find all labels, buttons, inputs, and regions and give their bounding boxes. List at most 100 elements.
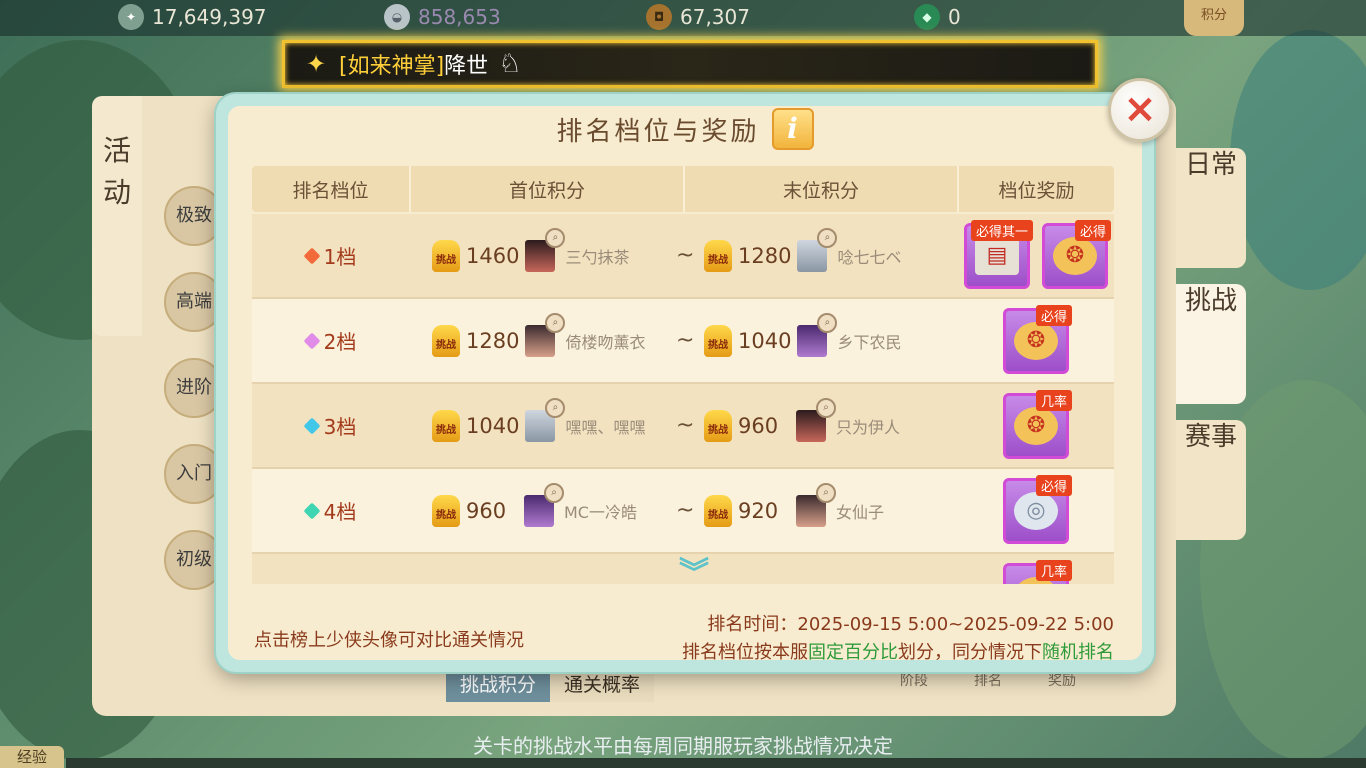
currency-jade[interactable]: ✦ 17,649,397 <box>118 4 267 30</box>
megaphone-icon: ✦ <box>305 50 327 78</box>
score-value: 1280 <box>466 328 520 353</box>
challenge-bag-icon: 挑战 <box>432 494 460 527</box>
reward-cell: ❂几率 <box>958 389 1114 459</box>
currency-value: 17,649,397 <box>152 5 267 29</box>
exp-label: 经验 <box>0 746 64 768</box>
bottom-mini-buttons: 阶段 排名 奖励 <box>900 670 1076 690</box>
table-row: 2档 挑战 1280 ⌕ 倚楼吻薰衣 ~ 挑战 1040 ⌕ 乡下农民 ❂ 必得 <box>252 299 1114 384</box>
rule-highlight: 随机排名 <box>1042 642 1114 663</box>
score-value: 1040 <box>466 413 520 438</box>
reward-tag: 必得 <box>1035 304 1072 326</box>
player-avatar[interactable]: ⌕ <box>796 397 836 442</box>
reward-tag: 必得 <box>1035 474 1072 496</box>
tier-gem-icon <box>303 247 321 264</box>
score-value: 960 <box>466 498 507 523</box>
player-avatar[interactable]: ⌕ <box>524 482 564 527</box>
reward-tag: 必得 <box>1074 219 1111 241</box>
player-name: 乡下农民 <box>837 332 902 352</box>
magnifier-icon[interactable]: ⌕ <box>816 397 836 418</box>
category-button[interactable]: 进阶 <box>164 358 224 418</box>
tier-cell: 2档 <box>252 326 410 355</box>
score-badge[interactable]: 积分 <box>1184 0 1244 36</box>
rule-text: 划分，同分情况下 <box>898 642 1042 663</box>
range-separator: ~ <box>676 328 695 353</box>
category-button[interactable]: 初级 <box>164 530 224 590</box>
magnifier-icon[interactable]: ⌕ <box>816 482 836 503</box>
rank-rewards-dialog: 排名档位与奖励 i 排名档位 首位积分 末位积分 档位奖励 1档 挑战 1460 ⌕ 三… <box>216 94 1154 672</box>
silver-pile-icon: ◎ <box>1014 491 1058 530</box>
challenge-bag-icon: 挑战 <box>704 239 732 272</box>
tab-challenge-score[interactable]: 挑战积分 <box>446 668 551 702</box>
magnifier-icon[interactable]: ⌕ <box>545 397 566 418</box>
bottom-tabs: 挑战积分 通关概率 <box>446 668 655 702</box>
category-button[interactable]: 高端 <box>164 272 224 332</box>
challenge-bag-icon: 挑战 <box>704 494 732 527</box>
copper-coin-icon: ◘ <box>646 4 672 30</box>
player-avatar[interactable]: ⌕ <box>525 227 566 272</box>
player-avatar[interactable]: ⌕ <box>796 482 836 527</box>
player-name: 倚楼吻薰衣 <box>565 332 646 352</box>
score-cell: 挑战 960 ⌕ MC一冷皓 <box>410 482 684 527</box>
reward-item[interactable]: ▤ 必得其一 <box>964 219 1033 289</box>
table-header: 排名档位 首位积分 末位积分 档位奖励 <box>252 166 1114 212</box>
table-row: 3档 挑战 1040 ⌕ 嘿嘿、嘿嘿 ~ 挑战 960 ⌕ 只为伊人 ❂ 几率 <box>252 384 1114 469</box>
banner-item-name: [如来神掌] <box>339 54 445 79</box>
category-button[interactable]: 极致 <box>164 186 224 246</box>
magnifier-icon[interactable]: ⌕ <box>545 312 566 333</box>
reward-item[interactable]: ◎ 必得 <box>1003 474 1072 544</box>
dialog-header: 排名档位与奖励 i <box>228 106 1142 152</box>
tier-label: 2档 <box>323 330 357 354</box>
reward-item[interactable]: ❂ 必得 <box>1042 219 1111 289</box>
reward-item[interactable]: ❂ 必得 <box>1003 304 1072 374</box>
close-button[interactable]: × <box>1108 78 1172 142</box>
category-button[interactable]: 入门 <box>164 444 224 504</box>
treasure-pouch-icon: ❂ <box>1014 321 1058 360</box>
rule-text: 排名档位按本服 <box>682 642 808 663</box>
reward-item[interactable]: ❂几率 <box>1003 389 1072 459</box>
player-name: 唸七七ベ <box>837 247 902 267</box>
magnifier-icon[interactable]: ⌕ <box>817 312 838 333</box>
reward-cell: ❂几率 <box>958 559 1114 584</box>
magnifier-icon[interactable]: ⌕ <box>817 227 838 248</box>
player-name: 三勺抹茶 <box>565 247 630 267</box>
player-avatar[interactable]: ⌕ <box>797 312 838 357</box>
mini-button[interactable]: 奖励 <box>1048 670 1076 690</box>
player-avatar[interactable]: ⌕ <box>525 397 566 442</box>
tier-cell: 4档 <box>252 496 410 525</box>
mini-button[interactable]: 阶段 <box>900 670 928 690</box>
mini-button[interactable]: 排名 <box>974 670 1002 690</box>
magnifier-icon[interactable]: ⌕ <box>544 482 564 503</box>
chevron-down-icon[interactable]: ︾ <box>674 559 714 589</box>
rabbit-icon: ♘ <box>498 49 522 79</box>
score-value: 1040 <box>738 328 792 353</box>
reward-item[interactable]: ❂几率 <box>1003 559 1072 584</box>
magnifier-icon[interactable]: ⌕ <box>545 227 566 248</box>
exp-bar <box>66 758 1366 768</box>
tier-cell: 3档 <box>252 411 410 440</box>
currency-silver[interactable]: ◒ 858,653 <box>384 4 501 30</box>
reward-tag: 必得其一 <box>970 219 1033 241</box>
player-name: 嘿嘿、嘿嘿 <box>565 417 646 437</box>
tab-events[interactable]: 赛事 <box>1176 420 1246 540</box>
currency-value: 858,653 <box>418 5 501 29</box>
table-row: 4档 挑战 960 ⌕ MC一冷皓 ~ 挑战 920 ⌕ 女仙子 ◎ 必得 <box>252 469 1114 554</box>
info-icon[interactable]: i <box>771 108 814 150</box>
currency-copper[interactable]: ◘ 67,307 <box>646 4 750 30</box>
rank-table: 排名档位 首位积分 末位积分 档位奖励 1档 挑战 1460 ⌕ 三勺抹茶 ~ 挑战 1280… <box>252 166 1114 584</box>
green-gem-icon: ◆ <box>914 4 940 30</box>
player-avatar[interactable]: ⌕ <box>525 312 566 357</box>
tab-daily[interactable]: 日常 <box>1176 148 1246 268</box>
tab-label: 赛事 <box>1184 422 1237 452</box>
tab-challenge[interactable]: 挑战 <box>1176 284 1246 404</box>
red-book-icon: ▤ <box>975 236 1019 275</box>
column-header: 档位奖励 <box>998 179 1075 202</box>
table-body[interactable]: 1档 挑战 1460 ⌕ 三勺抹茶 ~ 挑战 1280 ⌕ 唸七七ベ ▤ 必得其一 ❂ 必得 2档 挑战 128… <box>252 214 1114 584</box>
activity-tab[interactable]: 活动 <box>92 96 142 336</box>
tab-clear-rate[interactable]: 通关概率 <box>550 668 655 702</box>
currency-gem[interactable]: ◆ 0 <box>914 4 961 30</box>
player-avatar[interactable]: ⌕ <box>797 227 838 272</box>
jade-coin-icon: ✦ <box>118 4 144 30</box>
score-cell: 挑战 1460 ⌕ 三勺抹茶 <box>410 227 684 272</box>
reward-tag: 几率 <box>1035 389 1072 411</box>
currency-value: 0 <box>948 5 961 29</box>
